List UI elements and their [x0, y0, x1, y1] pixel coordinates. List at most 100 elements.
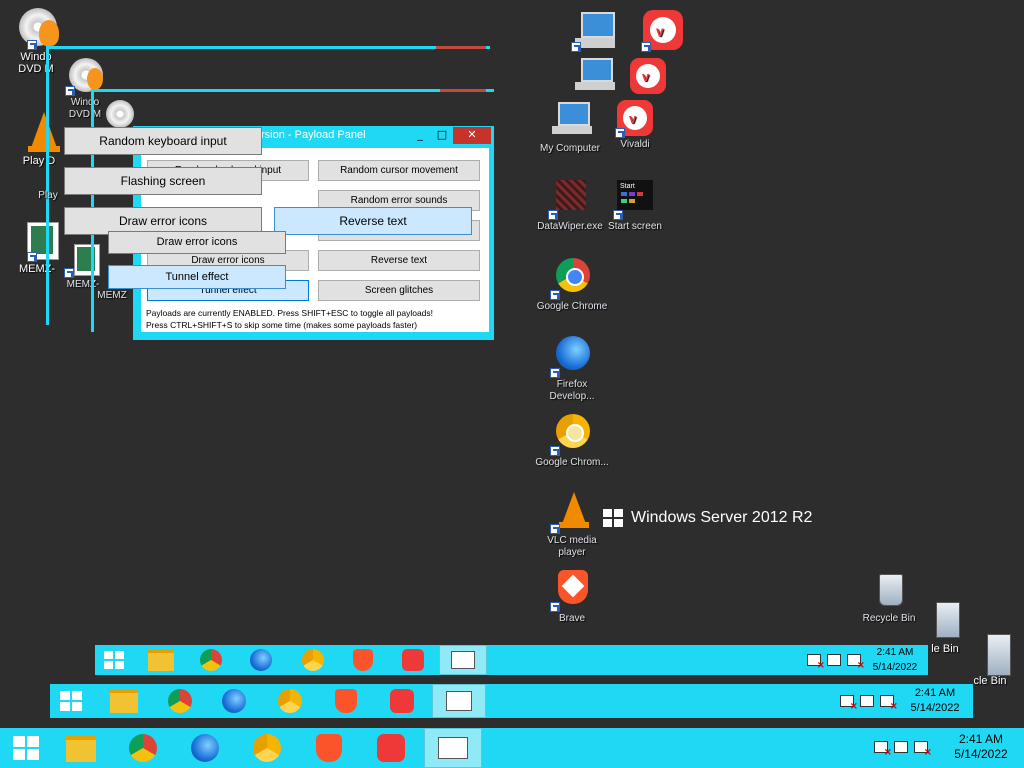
close-button[interactable]: ✕ [453, 127, 491, 144]
desktop-icon-label: Play D [22, 155, 56, 167]
taskbar-clock[interactable]: 2:41 AM 5/14/2022 [865, 645, 925, 675]
desktop-icon-label: Start screen [608, 221, 662, 232]
brave-icon [335, 689, 357, 713]
payload-button-tunnel-effect[interactable]: Tunnel effect [108, 265, 286, 289]
action-center-flag-icon[interactable] [840, 695, 858, 712]
desktop-icon-my-computer-ghost[interactable] [556, 10, 630, 53]
clock-date: 5/14/2022 [872, 662, 918, 673]
payload-button-draw-error-icons[interactable]: Draw error icons [108, 231, 286, 254]
memz-panel-icon [446, 691, 472, 711]
chrome-canary-icon [550, 414, 592, 456]
taskbar-file-explorer[interactable] [145, 645, 177, 675]
start-button[interactable] [101, 645, 127, 675]
desktop-icon-label: Brave [558, 613, 586, 624]
computer-icon [550, 100, 592, 140]
desktop-icon-chrome-canary[interactable]: Google Chrom... [535, 414, 609, 469]
maximize-button[interactable]: □ [431, 127, 453, 144]
chrome-icon [200, 649, 222, 671]
taskbar-vivaldi[interactable] [397, 645, 429, 675]
firefox-dev-icon [550, 336, 592, 378]
desktop-icon-start-screen[interactable]: Start Start screen [598, 178, 672, 233]
payload-button-reverse-text[interactable]: Reverse text [274, 207, 472, 235]
taskbar-brave[interactable] [347, 645, 379, 675]
computer-icon [573, 56, 615, 96]
taskbar-memz-panel[interactable] [439, 645, 487, 675]
network-icon[interactable] [827, 654, 841, 666]
taskbar-memz-panel[interactable] [424, 728, 482, 768]
taskbar-memz-panel[interactable] [432, 684, 486, 718]
system-tray [874, 741, 932, 758]
windows-logo-icon [104, 651, 124, 669]
payload-hint-line: Press CTRL+SHIFT+S to skip some time (ma… [146, 320, 418, 330]
taskbar-firefox-dev[interactable] [184, 728, 226, 768]
tunnel-border [46, 46, 490, 49]
action-center-flag-icon[interactable] [807, 654, 825, 671]
chrome-canary-icon [278, 689, 302, 713]
volume-muted-icon[interactable] [880, 695, 898, 712]
payload-button-screen-glitches[interactable]: Screen glitches [318, 280, 480, 301]
taskbar-brave[interactable] [328, 684, 364, 718]
desktop-icon-label: Play [38, 190, 58, 201]
clock-date: 5/14/2022 [910, 702, 960, 714]
payload-button-flashing-screen[interactable]: Flashing screen [64, 167, 262, 195]
file-explorer-icon [110, 689, 138, 713]
desktop-icon-google-chrome[interactable]: Google Chrome [535, 258, 609, 313]
system-tray [807, 654, 865, 671]
taskbar-chrome[interactable] [195, 645, 227, 675]
desktop-icon-label: VLC media player [547, 535, 597, 558]
start-button[interactable] [6, 728, 46, 768]
file-explorer-icon [148, 649, 174, 671]
taskbar-chrome-canary[interactable] [246, 728, 288, 768]
desktop-icon-my-computer[interactable]: My Computer [533, 100, 607, 155]
taskbar-clock[interactable]: 2:41 AM 5/14/2022 [946, 732, 1016, 762]
taskbar-file-explorer[interactable] [60, 728, 102, 768]
network-icon[interactable] [860, 695, 874, 707]
volume-muted-icon[interactable] [914, 741, 932, 758]
taskbar-chrome-canary[interactable] [272, 684, 308, 718]
desktop-icon-label: Google Chrom... [535, 457, 609, 468]
desktop-icon-vivaldi-ghost[interactable]: v [611, 58, 685, 97]
volume-muted-icon[interactable] [847, 654, 865, 671]
payload-button-random-cursor-movement[interactable]: Random cursor movement [318, 160, 480, 181]
taskbar-clock[interactable]: 2:41 AM 5/14/2022 [900, 686, 970, 716]
network-icon[interactable] [894, 741, 908, 753]
taskbar-chrome[interactable] [122, 728, 164, 768]
taskbar-vivaldi[interactable] [384, 684, 420, 718]
taskbar-file-explorer[interactable] [106, 684, 142, 718]
taskbar-firefox-dev[interactable] [216, 684, 252, 718]
chrome-canary-icon [253, 734, 281, 762]
desktop-icon-recycle-bin-ghost[interactable]: cle Bin [950, 632, 1024, 687]
tunnel-border [440, 89, 486, 92]
dvd-maker-icon [102, 100, 134, 130]
clock-time: 2:41 AM [876, 647, 914, 658]
clock-time: 2:41 AM [958, 732, 1004, 746]
tunnel-border [436, 46, 486, 49]
desktop-icon-firefox-dev[interactable]: Firefox Develop... [535, 336, 609, 403]
taskbar-firefox-dev[interactable] [245, 645, 277, 675]
payload-button-reverse-text[interactable]: Reverse text [318, 250, 480, 271]
minimize-button[interactable]: _ [409, 127, 431, 144]
desktop-icon-datawiper[interactable]: DataWiper.exe [533, 178, 607, 233]
payload-button-random-keyboard-input[interactable]: Random keyboard input [64, 127, 262, 155]
desktop-icon-vlc[interactable]: Play [28, 190, 68, 202]
taskbar-vivaldi[interactable] [370, 728, 412, 768]
file-explorer-icon [66, 734, 96, 762]
vivaldi-icon [390, 689, 414, 713]
desktop-icon-label: MEMZ [97, 290, 127, 301]
taskbar-ghost: 2:41 AM 5/14/2022 [50, 684, 973, 718]
taskbar-chrome-canary[interactable] [297, 645, 329, 675]
desktop-icon-brave[interactable]: Brave [535, 570, 609, 625]
start-button[interactable] [56, 684, 86, 718]
os-watermark-text: Windows Server 2012 R2 [631, 509, 813, 526]
desktop-icon-vivaldi-ghost[interactable]: v [626, 10, 700, 53]
desktop-icon-memz[interactable]: MEMZ [92, 290, 132, 302]
taskbar-chrome[interactable] [162, 684, 198, 718]
desktop-icon-label: My Computer [539, 143, 600, 154]
brave-icon [550, 570, 592, 612]
taskbar-brave[interactable] [308, 728, 350, 768]
vivaldi-icon [377, 734, 405, 762]
desktop-icon-vlc-media-player[interactable]: VLC media player [535, 492, 609, 559]
desktop-icon-vivaldi[interactable]: v Vivaldi [598, 100, 672, 151]
system-tray [840, 695, 898, 712]
action-center-flag-icon[interactable] [874, 741, 892, 758]
